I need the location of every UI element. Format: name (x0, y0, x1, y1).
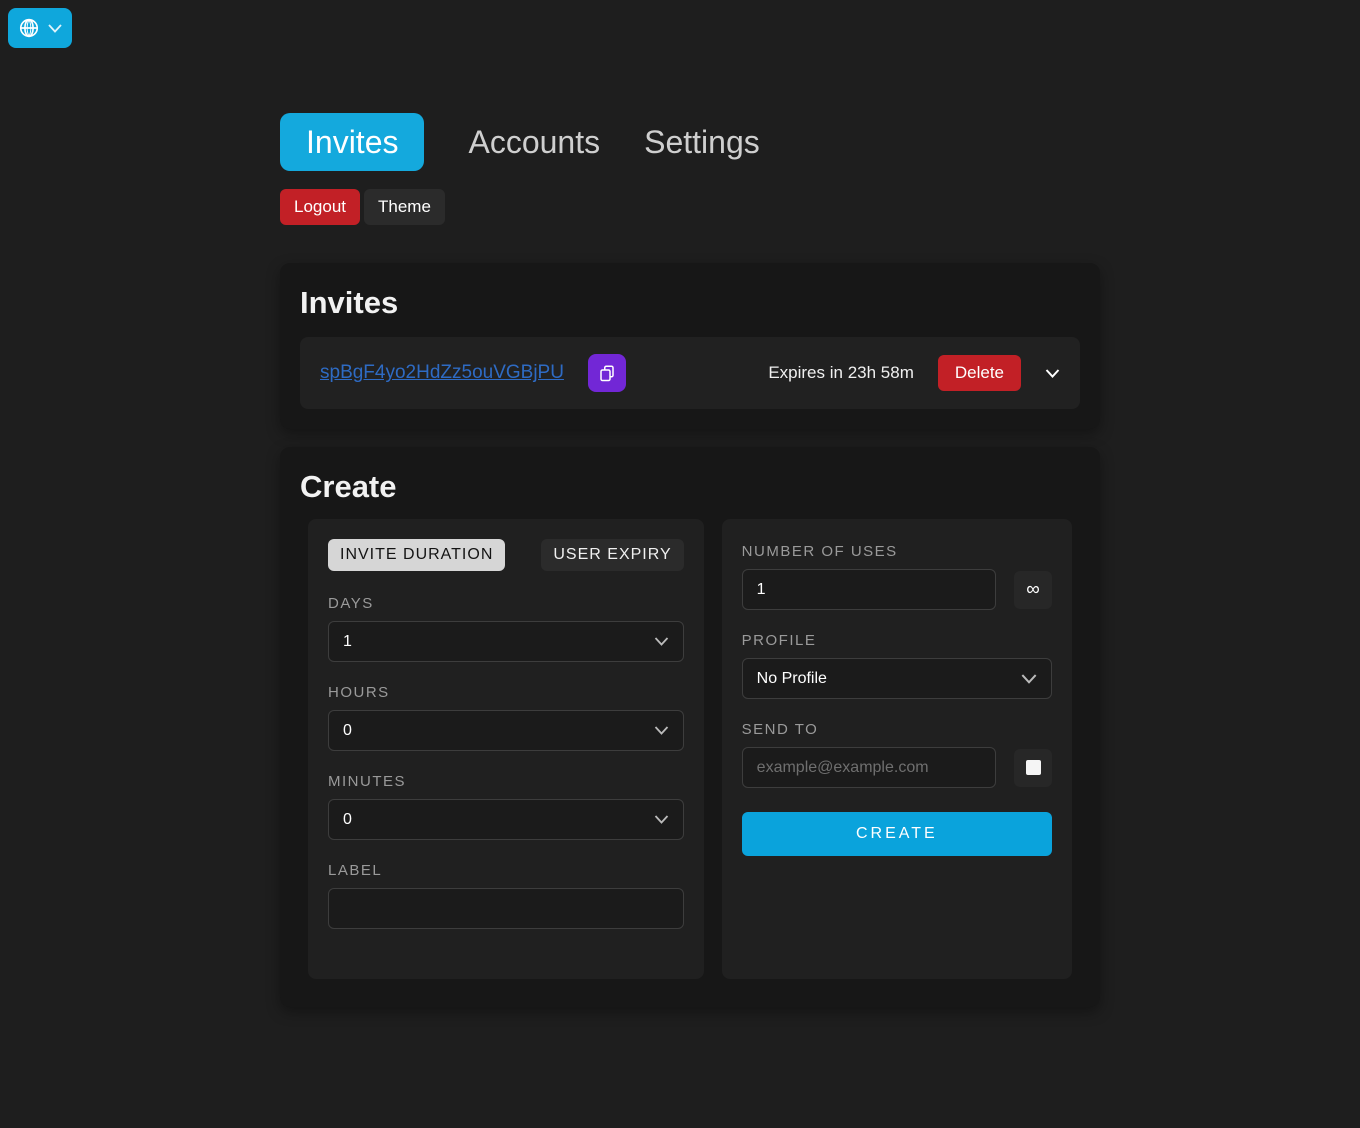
copy-icon (598, 364, 616, 382)
number-of-uses-input[interactable] (742, 569, 996, 610)
label-input[interactable] (328, 888, 684, 929)
session-row: Logout Theme (280, 189, 1100, 225)
send-to-label: SEND TO (742, 721, 1052, 738)
tab-invites[interactable]: Invites (280, 113, 424, 171)
invite-row: spBgF4yo2HdZz5ouVGBjPU Expires in 23h 58… (300, 337, 1080, 409)
hours-select-value: 0 (343, 722, 352, 740)
checkbox-checked-icon (1026, 760, 1041, 775)
invite-expand-button[interactable] (1045, 369, 1060, 378)
minutes-select[interactable]: 0 (328, 799, 684, 840)
tab-accounts[interactable]: Accounts (468, 113, 600, 171)
main-content: Invites Accounts Settings Logout Theme I… (280, 0, 1100, 1007)
hours-label: HOURS (328, 684, 684, 701)
minutes-label: MINUTES (328, 773, 684, 790)
minutes-select-value: 0 (343, 811, 352, 829)
invite-expiry-text: Expires in 23h 58m (768, 363, 914, 383)
label-label: LABEL (328, 862, 684, 879)
chevron-down-icon (1045, 369, 1060, 378)
send-to-input[interactable] (742, 747, 996, 788)
infinite-uses-button[interactable]: ∞ (1014, 571, 1052, 609)
duration-panel: INVITE DURATION USER EXPIRY DAYS 1 HOURS… (308, 519, 704, 979)
logout-button[interactable]: Logout (280, 189, 360, 225)
tab-user-expiry[interactable]: USER EXPIRY (541, 539, 683, 571)
theme-button[interactable]: Theme (364, 189, 445, 225)
days-select[interactable]: 1 (328, 621, 684, 662)
days-label: DAYS (328, 595, 684, 612)
create-invite-button[interactable]: CREATE (742, 812, 1052, 856)
tab-settings[interactable]: Settings (644, 113, 760, 171)
create-card: Create INVITE DURATION USER EXPIRY DAYS … (280, 447, 1100, 1007)
language-button[interactable] (8, 8, 72, 48)
create-card-title: Create (300, 467, 1080, 505)
tab-invite-duration[interactable]: INVITE DURATION (328, 539, 505, 571)
chevron-down-icon (654, 815, 669, 824)
invites-card: Invites spBgF4yo2HdZz5ouVGBjPU Expires i… (280, 263, 1100, 429)
copy-invite-button[interactable] (588, 354, 626, 392)
send-to-row (742, 738, 1052, 788)
nav-tabs: Invites Accounts Settings (280, 113, 1100, 171)
create-panels: INVITE DURATION USER EXPIRY DAYS 1 HOURS… (300, 519, 1080, 979)
invite-code-link[interactable]: spBgF4yo2HdZz5ouVGBjPU (320, 362, 564, 384)
delete-invite-button[interactable]: Delete (938, 355, 1021, 391)
chevron-down-icon (654, 637, 669, 646)
send-to-checkbox[interactable] (1014, 749, 1052, 787)
invite-row-right: Expires in 23h 58m Delete (768, 355, 1060, 391)
chevron-down-icon (654, 726, 669, 735)
chevron-down-icon (1021, 674, 1037, 684)
uses-row: ∞ (742, 560, 1052, 610)
profile-select[interactable]: No Profile (742, 658, 1052, 699)
invites-card-title: Invites (300, 283, 1080, 321)
hours-select[interactable]: 0 (328, 710, 684, 751)
profile-select-value: No Profile (757, 670, 827, 688)
number-of-uses-label: NUMBER OF USES (742, 543, 1052, 560)
globe-icon (18, 17, 40, 39)
chevron-down-icon (48, 24, 62, 33)
options-panel: NUMBER OF USES ∞ PROFILE No Profile SEND… (722, 519, 1072, 979)
infinity-icon: ∞ (1026, 579, 1040, 601)
days-select-value: 1 (343, 633, 352, 651)
profile-label: PROFILE (742, 632, 1052, 649)
duration-mode-tabs: INVITE DURATION USER EXPIRY (328, 539, 684, 571)
